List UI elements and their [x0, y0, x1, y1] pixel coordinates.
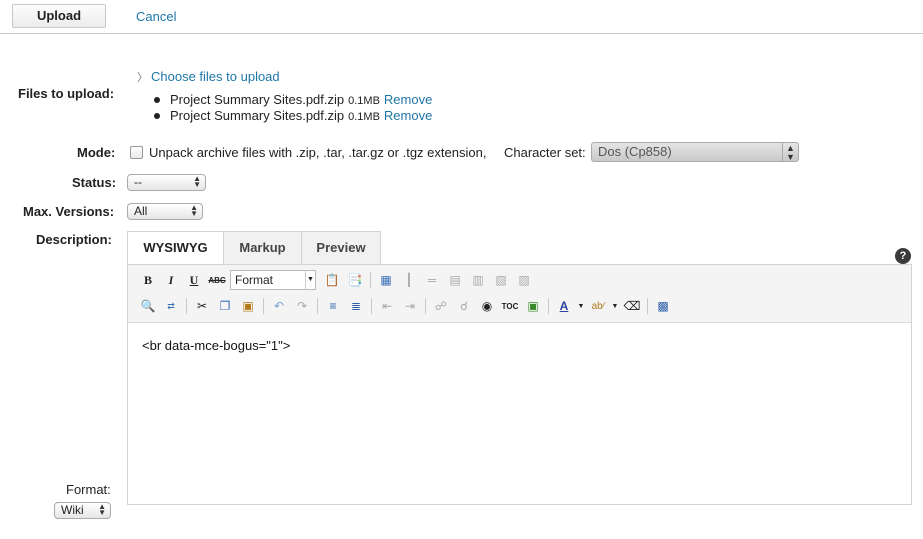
file-name: Project Summary Sites.pdf.zip: [170, 108, 345, 123]
remove-file-link[interactable]: Remove: [384, 92, 432, 107]
paste-text-icon[interactable]: 📋: [322, 270, 342, 290]
insert-col-icon[interactable]: ▨: [514, 270, 534, 290]
choose-files-link[interactable]: Choose files to upload: [151, 69, 280, 84]
choose-files[interactable]: 〉 Choose files to upload: [137, 69, 280, 85]
link-icon[interactable]: ☍: [431, 296, 451, 316]
select-arrows-icon: ▲ ▼: [782, 143, 798, 162]
insert-row-after-icon[interactable]: ▥: [468, 270, 488, 290]
chevron-down-icon[interactable]: ▼: [577, 296, 585, 316]
table-icon[interactable]: ▦: [376, 270, 396, 290]
toolbar-separator: [425, 298, 426, 314]
format-select[interactable]: Wiki ▲ ▼: [54, 502, 111, 519]
max-versions-label: Max. Versions:: [23, 204, 115, 219]
toolbar-row-2: 🔍 ⇄ ✂ ❐ ▣ ↶ ↷ ≡ ≣ ⇤ ⇥ ☍ ☌ ◉ TOC ▣ A ▼ ab…: [138, 295, 676, 317]
select-arrows-icon: ▲ ▼: [98, 502, 106, 517]
toolbar-separator: [548, 298, 549, 314]
file-list-item: Project Summary Sites.pdf.zip 0.1MB Remove: [150, 108, 432, 124]
upload-button[interactable]: Upload: [12, 4, 106, 28]
unlink-icon[interactable]: ☌: [454, 296, 474, 316]
paste-icon[interactable]: ▣: [238, 296, 258, 316]
paperclip-icon: 〉: [137, 72, 148, 84]
redo-icon[interactable]: ↷: [292, 296, 312, 316]
cut-icon[interactable]: ✂: [192, 296, 212, 316]
media-icon[interactable]: ◉: [477, 296, 497, 316]
chevron-down-icon[interactable]: ▼: [611, 296, 619, 316]
highlight-color-icon[interactable]: ab⁄: [588, 296, 608, 316]
toolbar-separator: [647, 298, 648, 314]
file-list: Project Summary Sites.pdf.zip 0.1MB Remove…: [150, 92, 432, 124]
text-color-icon[interactable]: A: [554, 296, 574, 316]
top-bar: Upload Cancel: [0, 0, 923, 34]
status-label: Status:: [72, 175, 117, 190]
unpack-archive-text: Unpack archive files with .zip, .tar, .t…: [149, 145, 487, 160]
tab-wysiwyg[interactable]: WYSIWYG: [127, 231, 224, 266]
mode-label: Mode:: [77, 145, 116, 160]
search-icon[interactable]: 🔍: [138, 296, 158, 316]
indent-icon[interactable]: ⇥: [400, 296, 420, 316]
bold-icon[interactable]: B: [138, 270, 158, 290]
copy-icon[interactable]: ❐: [215, 296, 235, 316]
insert-row-before-icon[interactable]: ▤: [445, 270, 465, 290]
status-value: --: [134, 175, 142, 189]
format-value: Wiki: [61, 503, 84, 517]
files-to-upload-label: Files to upload:: [18, 86, 115, 101]
file-size: 0.1MB: [348, 111, 380, 123]
format-label: Format:: [66, 482, 111, 497]
undo-icon[interactable]: ↶: [269, 296, 289, 316]
toolbar-separator: [317, 298, 318, 314]
underline-icon[interactable]: U: [184, 270, 204, 290]
cancel-link[interactable]: Cancel: [136, 9, 176, 24]
rich-text-editor: B I U ABC Format ▼ 📋 📑 ▦ ┃ ═ ▤ ▥ ▧ ▨ 🔍 ⇄…: [127, 264, 912, 505]
toolbar-separator: [371, 298, 372, 314]
select-arrows-icon: ▲ ▼: [190, 203, 198, 218]
outdent-icon[interactable]: ⇤: [377, 296, 397, 316]
bullet-list-icon[interactable]: ≡: [323, 296, 343, 316]
status-select[interactable]: -- ▲ ▼: [127, 174, 206, 191]
paste-word-icon[interactable]: 📑: [345, 270, 365, 290]
format-dropdown[interactable]: Format ▼: [230, 270, 316, 290]
toolbar-separator: [263, 298, 264, 314]
toolbar-separator: [186, 298, 187, 314]
eraser-icon[interactable]: ⌫: [622, 296, 642, 316]
bullet: [154, 112, 160, 119]
chevron-down-icon: ▼: [305, 271, 315, 289]
tab-markup[interactable]: Markup: [223, 231, 302, 265]
row-props-icon[interactable]: ┃: [399, 270, 419, 290]
file-name: Project Summary Sites.pdf.zip: [170, 92, 345, 107]
character-set-select[interactable]: Dos (Cp858) ▲ ▼: [591, 142, 799, 162]
max-versions-select[interactable]: All ▲ ▼: [127, 203, 203, 220]
character-set-label: Character set:: [504, 145, 586, 160]
remove-file-link[interactable]: Remove: [384, 108, 432, 123]
select-arrows-icon: ▲ ▼: [193, 174, 201, 189]
tab-preview[interactable]: Preview: [301, 231, 381, 265]
image-icon[interactable]: ▣: [523, 296, 543, 316]
format-dropdown-value: Format: [235, 273, 274, 287]
toc-icon[interactable]: TOC: [500, 296, 520, 316]
help-icon[interactable]: ?: [895, 248, 911, 264]
unpack-archive-checkbox[interactable]: [130, 146, 143, 159]
max-versions-value: All: [134, 204, 148, 218]
replace-icon[interactable]: ⇄: [161, 296, 181, 316]
toolbar-row-1: B I U ABC Format ▼ 📋 📑 ▦ ┃ ═ ▤ ▥ ▧ ▨: [138, 269, 537, 291]
editor-toolbar: B I U ABC Format ▼ 📋 📑 ▦ ┃ ═ ▤ ▥ ▧ ▨ 🔍 ⇄…: [128, 265, 911, 323]
character-set-value: Dos (Cp858): [598, 144, 672, 159]
delete-row-icon[interactable]: ▧: [491, 270, 511, 290]
file-list-item: Project Summary Sites.pdf.zip 0.1MB Remove: [150, 92, 432, 108]
italic-icon[interactable]: I: [161, 270, 181, 290]
numbered-list-icon[interactable]: ≣: [346, 296, 366, 316]
description-label: Description:: [36, 232, 112, 247]
toolbar-separator: [370, 272, 371, 288]
cell-props-icon[interactable]: ═: [422, 270, 442, 290]
fullscreen-icon[interactable]: ▩: [653, 296, 673, 316]
strikethrough-icon[interactable]: ABC: [207, 270, 227, 290]
bullet: [154, 96, 160, 103]
file-size: 0.1MB: [348, 95, 380, 107]
editor-content[interactable]: <br data-mce-bogus="1">: [142, 338, 290, 353]
